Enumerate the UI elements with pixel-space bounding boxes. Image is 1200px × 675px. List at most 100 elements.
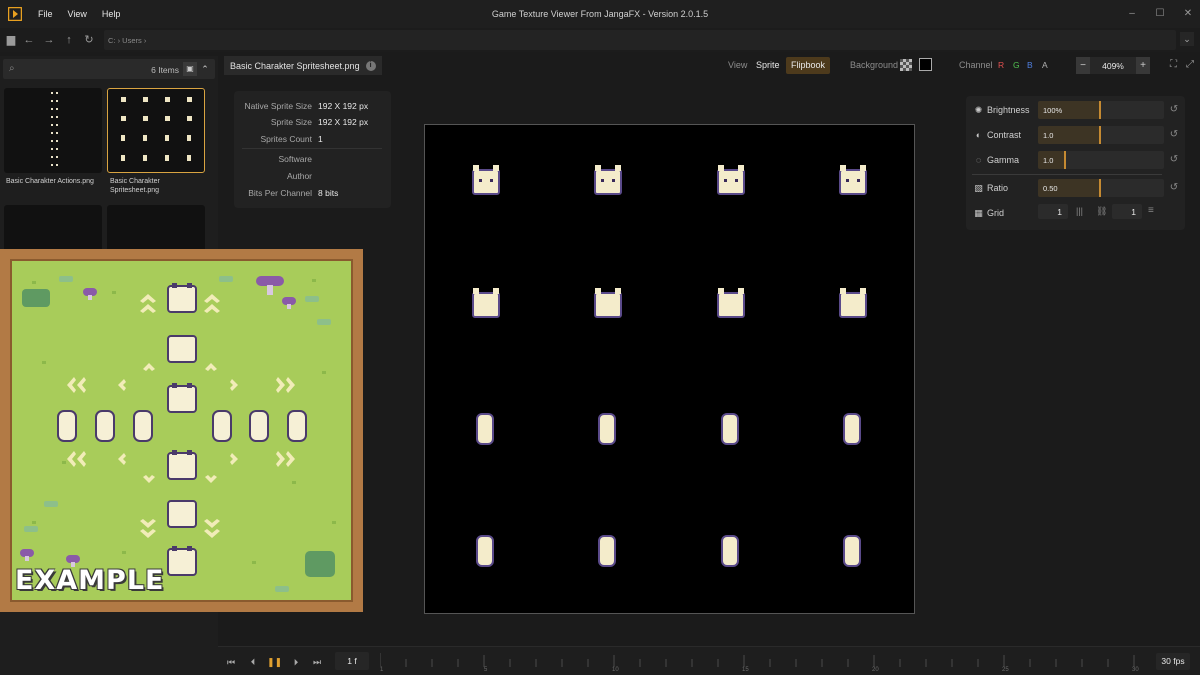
info-row: Sprite Size 192 X 192 px — [234, 117, 391, 129]
tick-label: 30 — [1132, 667, 1139, 673]
menu-view[interactable]: View — [68, 9, 87, 19]
ratio-slider[interactable]: 0.50 — [1038, 179, 1164, 197]
contrast-row: ◐ Contrast 1.0 ↺ — [966, 126, 1185, 144]
info-row: Native Sprite Size 192 X 192 px — [234, 101, 391, 113]
brightness-row: ✺ Brightness 100% ↺ — [966, 101, 1185, 119]
info-key: Sprites Count — [260, 134, 313, 144]
frame-input[interactable]: 1 f — [335, 652, 369, 670]
fit-icon[interactable]: ⛶ — [1170, 59, 1177, 70]
path-input[interactable]: C: › Users › — [104, 30, 1176, 50]
reset-icon[interactable]: ↺ — [1168, 104, 1180, 116]
example-label: EXAMPLE — [15, 565, 165, 596]
info-row: Author — [234, 171, 391, 183]
adjustments-panel: ✺ Brightness 100% ↺ ◐ Contrast 1.0 ↺ ◌ G… — [966, 96, 1185, 230]
search-icon: ⌕ — [9, 63, 15, 74]
fps-input[interactable]: 30 fps — [1156, 653, 1190, 670]
example-image — [0, 249, 363, 612]
folder-icon[interactable]: ▆ — [4, 33, 18, 47]
step-back-icon[interactable]: ⏴ — [246, 655, 260, 669]
menu-help[interactable]: Help — [102, 9, 121, 19]
checker-icon[interactable] — [900, 59, 912, 71]
thumbnail-spritesheet[interactable] — [107, 88, 205, 173]
channel-label: Channel — [959, 60, 993, 70]
ratio-value: 0.50 — [1043, 184, 1058, 193]
info-key: Native Sprite Size — [244, 101, 312, 111]
zoom-in-button[interactable]: + — [1136, 57, 1150, 74]
up-icon[interactable]: ↑ — [62, 33, 76, 47]
brightness-icon: ✺ — [974, 105, 983, 115]
ratio-label: Ratio — [987, 183, 1009, 193]
timeline-ticks — [379, 653, 1135, 667]
back-icon[interactable]: ← — [22, 33, 36, 47]
sprite-canvas[interactable] — [424, 124, 915, 614]
playback-bar: ⏮ ⏴ ❚❚ ⏵ ⏭ 1 f 1 5 10 15 20 25 30 30 fps — [218, 646, 1200, 675]
grid-rows-input[interactable]: 1 — [1112, 204, 1142, 219]
ratio-icon: ▧ — [974, 183, 983, 193]
step-forward-icon[interactable]: ⏵ — [289, 655, 303, 669]
tick-label: 10 — [612, 667, 619, 673]
info-key: Author — [286, 171, 312, 181]
chevron-down-icon[interactable]: ⌄ — [1180, 32, 1194, 46]
info-value: 192 X 192 px — [318, 101, 369, 111]
thumbnail-spritesheet-label: Basic Charakter Spritesheet.png — [110, 178, 160, 194]
minimize-button[interactable]: – — [1126, 6, 1138, 20]
thumbnail-spritesheet-preview — [121, 97, 192, 161]
skip-end-icon[interactable]: ⏭ — [310, 655, 324, 669]
title-bar: File View Help Game Texture Viewer From … — [0, 0, 1200, 28]
thumbnail-4[interactable] — [107, 205, 205, 255]
gamma-slider[interactable]: 1.0 — [1038, 151, 1164, 169]
reset-icon[interactable]: ↺ — [1168, 154, 1180, 166]
tick-label: 25 — [1002, 667, 1009, 673]
thumbnail-3[interactable] — [4, 205, 102, 255]
background-label: Background — [850, 60, 899, 70]
reset-icon[interactable]: ↺ — [1168, 182, 1180, 194]
image-icon[interactable]: ▣ — [183, 62, 197, 76]
zoom-out-button[interactable]: − — [1076, 57, 1090, 74]
refresh-icon[interactable]: ↻ — [82, 33, 96, 47]
contrast-slider[interactable]: 1.0 — [1038, 126, 1164, 144]
tick-label: 15 — [742, 667, 749, 673]
channel-a[interactable]: A — [1042, 60, 1048, 70]
expand-icon[interactable]: ⤢ — [1186, 59, 1194, 70]
close-button[interactable]: ✕ — [1182, 6, 1194, 20]
brightness-slider[interactable]: 100% — [1038, 101, 1164, 119]
items-count: 6 Items — [151, 65, 179, 75]
info-key: Software — [278, 154, 312, 164]
info-value: 192 X 192 px — [318, 117, 369, 127]
reset-icon[interactable]: ↺ — [1168, 129, 1180, 141]
search-input[interactable]: ⌕ 6 Items ▣ ⌃ — [3, 59, 215, 79]
menu-file[interactable]: File — [38, 9, 53, 19]
grid-row: ▦ Grid 1 ||| ⛓ 1 ≡ — [966, 204, 1185, 222]
file-tab[interactable]: Basic Charakter Spritesheet.png i — [224, 56, 382, 75]
info-value: 1 — [318, 134, 323, 144]
flipbook-button[interactable]: Flipbook — [786, 57, 831, 74]
grid-columns-input[interactable]: 1 — [1038, 204, 1068, 219]
gamma-label: Gamma — [987, 155, 1020, 165]
info-row: Software — [234, 154, 391, 166]
forward-icon[interactable]: → — [42, 33, 56, 47]
zoom-value[interactable]: 409% — [1090, 61, 1136, 71]
skip-start-icon[interactable]: ⏮ — [224, 655, 238, 669]
tick-label: 5 — [484, 667, 488, 673]
sprite-button[interactable]: Sprite — [751, 57, 785, 74]
link-icon[interactable]: ⛓ — [1096, 206, 1107, 217]
thumbnail-actions[interactable] — [4, 88, 102, 173]
channel-r[interactable]: R — [998, 60, 1004, 70]
timeline[interactable]: 1 5 10 15 20 25 30 — [379, 647, 1150, 675]
channel-b[interactable]: B — [1027, 60, 1033, 70]
black-background-swatch[interactable] — [919, 58, 932, 71]
contrast-value: 1.0 — [1043, 131, 1054, 140]
chevron-up-icon[interactable]: ⌃ — [199, 62, 211, 76]
grid-icon: ▦ — [974, 208, 983, 218]
contrast-icon: ◐ — [975, 130, 982, 140]
pause-icon[interactable]: ❚❚ — [267, 655, 282, 669]
info-icon[interactable]: i — [365, 60, 376, 71]
contrast-label: Contrast — [987, 130, 1022, 140]
maximize-button[interactable]: ☐ — [1154, 6, 1166, 20]
info-value: 8 bits — [318, 188, 339, 198]
gamma-value: 1.0 — [1043, 156, 1054, 165]
grid-label: Grid — [987, 208, 1005, 218]
columns-icon: ||| — [1076, 206, 1084, 216]
viewer-toolbar: Basic Charakter Spritesheet.png i View S… — [222, 56, 1200, 76]
channel-g[interactable]: G — [1013, 60, 1020, 70]
